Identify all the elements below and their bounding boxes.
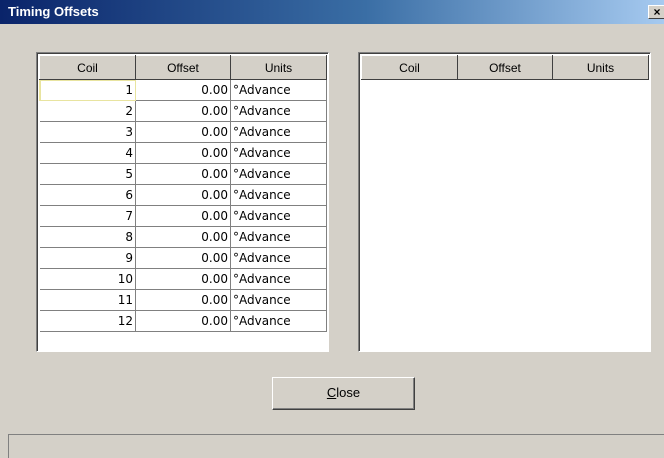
offset-cell[interactable]: 0.00 [135, 247, 231, 269]
close-button-label: lose [336, 385, 361, 400]
units-cell[interactable]: °Advance [230, 268, 327, 290]
table-row[interactable]: 9 0.00 °Advance [39, 247, 327, 269]
offset-cell[interactable]: 0.00 [135, 184, 231, 206]
coil-cell[interactable]: 5 [39, 163, 136, 185]
table-row[interactable]: 5 0.00 °Advance [39, 163, 327, 185]
coil-cell[interactable]: 4 [39, 142, 136, 164]
status-bar [8, 434, 664, 458]
offset-cell[interactable]: 0.00 [135, 121, 231, 143]
table-row[interactable]: 10 0.00 °Advance [39, 268, 327, 290]
units-cell[interactable]: °Advance [230, 226, 327, 248]
units-cell[interactable]: °Advance [230, 79, 327, 101]
offset-cell[interactable]: 0.00 [135, 163, 231, 185]
table-row[interactable]: 11 0.00 °Advance [39, 289, 327, 311]
units-cell[interactable]: °Advance [230, 247, 327, 269]
offset-cell[interactable]: 0.00 [135, 100, 231, 122]
coil-cell[interactable]: 1 [39, 79, 136, 101]
offset-cell[interactable]: 0.00 [135, 268, 231, 290]
offset-cell[interactable]: 0.00 [135, 205, 231, 227]
offset-cell[interactable]: 0.00 [135, 142, 231, 164]
coil-cell[interactable]: 11 [39, 289, 136, 311]
coil-cell[interactable]: 9 [39, 247, 136, 269]
coil-cell[interactable]: 8 [39, 226, 136, 248]
column-header-coil[interactable]: Coil [39, 55, 136, 80]
table-row[interactable]: 7 0.00 °Advance [39, 205, 327, 227]
column-header-coil[interactable]: Coil [361, 55, 458, 80]
units-cell[interactable]: °Advance [230, 184, 327, 206]
right-grid-table: Coil Offset Units [361, 55, 649, 80]
left-grid-header-row: Coil Offset Units [39, 55, 327, 80]
table-row[interactable]: 6 0.00 °Advance [39, 184, 327, 206]
units-cell[interactable]: °Advance [230, 289, 327, 311]
title-bar[interactable]: Timing Offsets × [0, 0, 664, 24]
column-header-units[interactable]: Units [230, 55, 327, 80]
units-cell[interactable]: °Advance [230, 142, 327, 164]
table-row[interactable]: 8 0.00 °Advance [39, 226, 327, 248]
window-title: Timing Offsets [8, 4, 99, 19]
timing-offsets-window: Timing Offsets × Coil Offset Units 1 0.0… [0, 0, 664, 458]
offset-cell[interactable]: 0.00 [135, 289, 231, 311]
coil-cell[interactable]: 10 [39, 268, 136, 290]
units-cell[interactable]: °Advance [230, 310, 327, 332]
left-offsets-grid[interactable]: Coil Offset Units 1 0.00 °Advance 2 0.00… [36, 52, 329, 352]
table-row[interactable]: 1 0.00 °Advance [39, 79, 327, 101]
column-header-offset[interactable]: Offset [457, 55, 553, 80]
table-row[interactable]: 2 0.00 °Advance [39, 100, 327, 122]
close-icon[interactable]: × [648, 5, 664, 19]
coil-cell[interactable]: 7 [39, 205, 136, 227]
close-button-accelerator: C [326, 385, 337, 400]
coil-cell[interactable]: 12 [39, 310, 136, 332]
coil-cell[interactable]: 2 [39, 100, 136, 122]
right-offsets-grid[interactable]: Coil Offset Units [358, 52, 651, 352]
offset-cell[interactable]: 0.00 [135, 310, 231, 332]
units-cell[interactable]: °Advance [230, 163, 327, 185]
left-grid-table: Coil Offset Units 1 0.00 °Advance 2 0.00… [39, 55, 327, 332]
table-row[interactable]: 12 0.00 °Advance [39, 310, 327, 332]
coil-cell[interactable]: 6 [39, 184, 136, 206]
right-grid-header-row: Coil Offset Units [361, 55, 649, 80]
close-button[interactable]: Close [272, 377, 415, 410]
column-header-units[interactable]: Units [552, 55, 649, 80]
table-row[interactable]: 4 0.00 °Advance [39, 142, 327, 164]
units-cell[interactable]: °Advance [230, 121, 327, 143]
offset-cell[interactable]: 0.00 [135, 79, 231, 101]
coil-cell[interactable]: 3 [39, 121, 136, 143]
column-header-offset[interactable]: Offset [135, 55, 231, 80]
units-cell[interactable]: °Advance [230, 205, 327, 227]
offset-cell[interactable]: 0.00 [135, 226, 231, 248]
table-row[interactable]: 3 0.00 °Advance [39, 121, 327, 143]
units-cell[interactable]: °Advance [230, 100, 327, 122]
